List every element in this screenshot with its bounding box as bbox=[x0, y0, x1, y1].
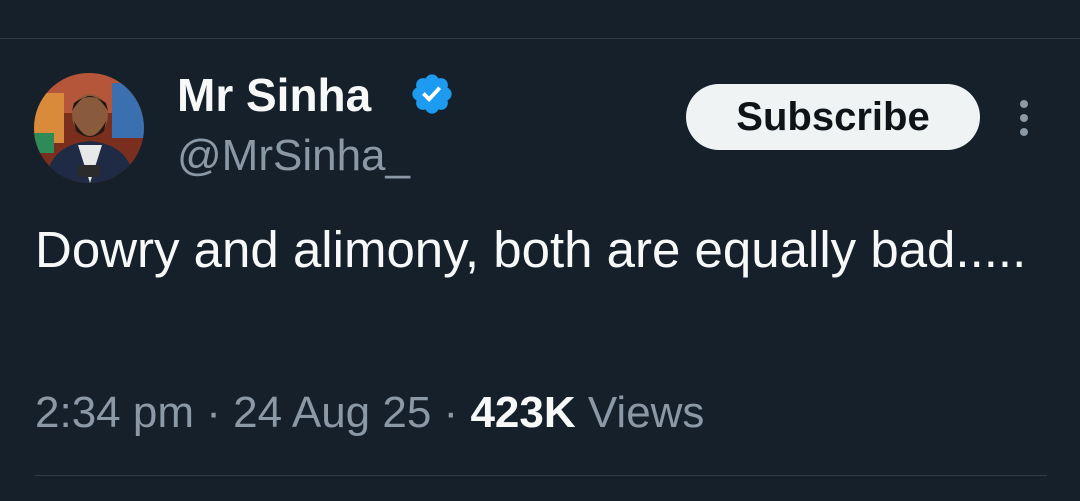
views-count[interactable]: 423K bbox=[470, 388, 575, 437]
more-vertical-icon[interactable] bbox=[1006, 96, 1042, 140]
views-label: Views bbox=[587, 388, 705, 437]
tweet-metadata: 2:34 pm · 24 Aug 25 · 423K Views bbox=[35, 386, 704, 440]
avatar-photo bbox=[34, 73, 144, 183]
author-display-name[interactable]: Mr Sinha bbox=[177, 67, 371, 123]
avatar[interactable] bbox=[34, 73, 144, 183]
meta-separator: · bbox=[206, 388, 221, 437]
meta-separator: · bbox=[443, 388, 459, 437]
tweet-text: Dowry and alimony, both are equally bad.… bbox=[35, 221, 1027, 278]
verified-badge-icon bbox=[409, 71, 455, 117]
tweet-time[interactable]: 2:34 pm bbox=[35, 388, 194, 437]
tweet-page: Mr Sinha @MrSinha_ Subscribe Dowry and a… bbox=[0, 0, 1080, 501]
top-divider bbox=[0, 38, 1080, 39]
subscribe-button[interactable]: Subscribe bbox=[686, 84, 980, 150]
tweet-date[interactable]: 24 Aug 25 bbox=[233, 388, 431, 437]
bottom-divider bbox=[35, 475, 1047, 476]
more-dot bbox=[1020, 114, 1028, 122]
more-dot bbox=[1020, 100, 1028, 108]
author-handle[interactable]: @MrSinha_ bbox=[177, 129, 410, 183]
more-dot bbox=[1020, 128, 1028, 136]
